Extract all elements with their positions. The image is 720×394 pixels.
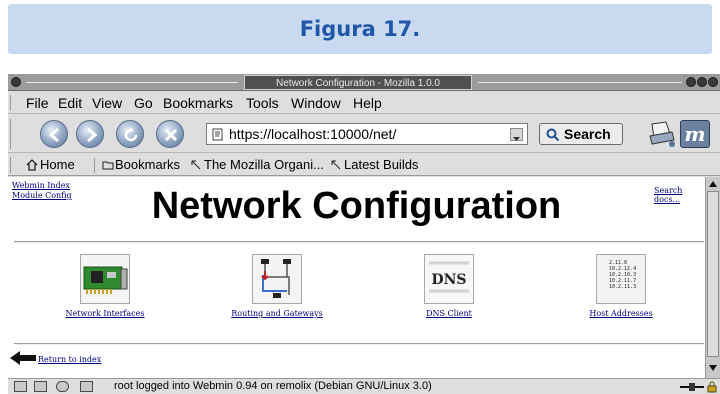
stop-button[interactable] [156, 120, 184, 148]
figure-caption-band: Figura 17. [0, 0, 720, 64]
navigator-icon[interactable] [14, 381, 27, 392]
scroll-up-icon[interactable] [708, 179, 718, 189]
minimize-icon[interactable] [686, 77, 696, 87]
security-lock-icon[interactable] [706, 381, 718, 393]
toolbar-grip[interactable] [10, 119, 14, 149]
title-bar-ridge [26, 82, 238, 83]
address-book-icon[interactable] [80, 381, 93, 392]
dns-icon-text: DNS [431, 272, 466, 288]
divider [14, 343, 704, 345]
bookmarks-button[interactable]: Bookmarks [115, 157, 180, 172]
host-addresses-icon[interactable]: 2.11.8 10.2.12.4 10.2.10.3 10.2.11.7 10.… [596, 254, 646, 304]
vertical-scrollbar[interactable] [705, 177, 720, 378]
page-content: Webmin Index Module Config Search docs..… [8, 177, 705, 378]
url-field[interactable]: https://localhost:10000/net/ [206, 123, 528, 145]
reload-icon [124, 127, 138, 142]
forward-button[interactable] [76, 120, 104, 148]
url-dropdown-button[interactable] [510, 128, 523, 141]
search-button-label: Search [564, 126, 611, 142]
search-icon [546, 128, 560, 142]
figure-caption: Figura 17. [8, 4, 712, 54]
folder-icon [102, 161, 114, 170]
menu-bar: File Edit View Go Bookmarks Tools Window… [8, 92, 720, 114]
window-title: Network Configuration - Mozilla 1.0.0 [244, 75, 472, 90]
menu-tools[interactable]: Tools [246, 95, 279, 111]
home-button[interactable]: Home [40, 157, 75, 172]
chevron-down-icon [513, 137, 520, 141]
toolbar-grip[interactable] [10, 95, 14, 111]
routing-gateways-link[interactable]: Routing and Gateways [207, 309, 347, 318]
mozilla-throbber-icon[interactable]: m [680, 120, 710, 148]
url-text[interactable]: https://localhost:10000/net/ [229, 126, 396, 142]
dns-client-link[interactable]: DNS Client [379, 309, 519, 318]
page-title: Network Configuration [151, 185, 562, 227]
toolbar-grip[interactable] [10, 157, 14, 173]
personal-toolbar: Home Bookmarks The Mozilla Organi... Lat… [8, 154, 720, 176]
home-icon [26, 159, 38, 171]
menu-go[interactable]: Go [134, 95, 153, 111]
navigation-toolbar: https://localhost:10000/net/ Search m [8, 115, 720, 153]
forward-arrow-icon [87, 127, 98, 143]
menu-file[interactable]: File [26, 95, 49, 111]
menu-bookmarks[interactable]: Bookmarks [163, 95, 233, 111]
back-arrow-icon [48, 127, 59, 143]
print-icon[interactable] [646, 120, 676, 148]
host-address-line: 10.2.11.3 [609, 284, 637, 290]
back-button[interactable] [40, 120, 68, 148]
scrollbar-thumb[interactable] [707, 191, 719, 357]
network-interfaces-link[interactable]: Network Interfaces [35, 309, 175, 318]
bookmark-link-icon [191, 160, 201, 170]
menu-help[interactable]: Help [353, 95, 382, 111]
online-status-icon[interactable] [680, 382, 704, 392]
dns-icon[interactable]: DNS [424, 254, 474, 304]
page-proxy-icon[interactable] [212, 128, 224, 141]
reload-button[interactable] [116, 120, 144, 148]
stop-icon [164, 128, 178, 142]
browser-window: Network Configuration - Mozilla 1.0.0 Fi… [8, 74, 720, 394]
routing-icon[interactable] [252, 254, 302, 304]
title-bar[interactable]: Network Configuration - Mozilla 1.0.0 [8, 74, 720, 91]
toolbar-separator [94, 158, 95, 173]
status-text: root logged into Webmin 0.94 on remolix … [114, 380, 432, 392]
latest-builds-bookmark[interactable]: Latest Builds [344, 157, 418, 172]
back-arrow-icon[interactable] [10, 350, 36, 366]
bookmark-link-icon [331, 160, 341, 170]
mozilla-org-bookmark[interactable]: The Mozilla Organi... [204, 157, 324, 172]
maximize-icon[interactable] [697, 77, 707, 87]
host-addresses-link[interactable]: Host Addresses [551, 309, 691, 318]
divider [14, 241, 704, 243]
composer-icon[interactable] [56, 381, 69, 392]
close-icon[interactable] [708, 77, 718, 87]
return-to-index-link[interactable]: Return to index [38, 355, 101, 364]
status-bar: root logged into Webmin 0.94 on remolix … [8, 378, 720, 394]
menu-window[interactable]: Window [291, 95, 341, 111]
mail-icon[interactable] [34, 381, 47, 392]
search-button[interactable]: Search [539, 123, 623, 145]
network-card-icon[interactable] [80, 254, 130, 304]
menu-edit[interactable]: Edit [58, 95, 82, 111]
title-bar-ridge [478, 82, 682, 83]
scroll-down-icon[interactable] [708, 363, 718, 373]
menu-view[interactable]: View [92, 95, 122, 111]
window-menu-icon[interactable] [11, 77, 21, 87]
